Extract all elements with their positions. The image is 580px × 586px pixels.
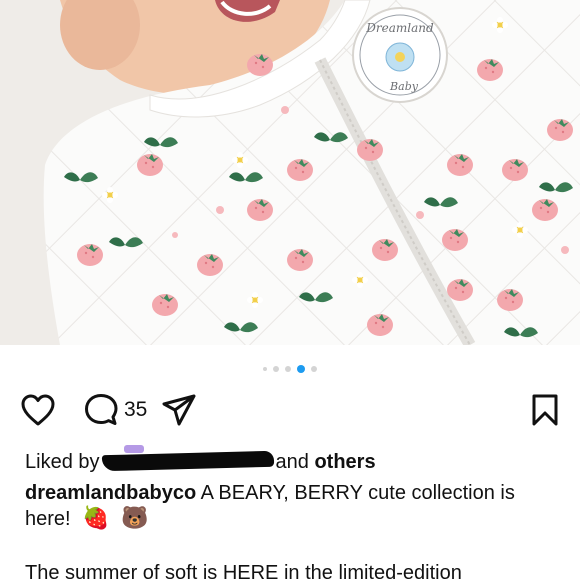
svg-text:Dreamland: Dreamland: [365, 21, 434, 35]
likes-others-link[interactable]: others: [314, 451, 375, 473]
like-button[interactable]: [20, 393, 56, 427]
comment-button[interactable]: 35: [84, 393, 147, 427]
comment-icon: [85, 394, 118, 425]
carousel-dot: [263, 367, 267, 371]
svg-text:Baby: Baby: [389, 80, 419, 93]
comment-count: 35: [124, 398, 148, 421]
carousel-dot: [285, 366, 291, 372]
likes-and-label: and: [275, 451, 309, 473]
post-image[interactable]: Dreamland Baby: [0, 0, 580, 345]
bookmark-icon: [532, 394, 558, 426]
share-button[interactable]: [161, 393, 197, 427]
likes-summary: Liked by and others: [25, 445, 565, 475]
strawberry-emoji: 🍓: [82, 506, 110, 531]
bear-emoji: 🐻: [121, 506, 149, 531]
redaction-mark: [123, 445, 144, 453]
liked-by-label: Liked by: [25, 451, 100, 473]
carousel-dot: [273, 366, 279, 372]
caption-username[interactable]: dreamlandbabyco: [25, 482, 196, 504]
post-caption: dreamlandbabyco A BEARY, BERRY cute coll…: [25, 480, 560, 532]
redacted-username[interactable]: [101, 445, 274, 472]
send-icon: [162, 394, 196, 426]
carousel-dot-active: [297, 365, 305, 373]
save-button[interactable]: [530, 393, 560, 427]
brand-badge-logo: Dreamland Baby: [352, 7, 448, 103]
carousel-dot: [311, 366, 317, 372]
heart-icon: [21, 394, 55, 426]
redaction-mark: [101, 450, 274, 472]
post-action-bar: 35: [20, 392, 560, 428]
caption-body: The summer of soft is HERE in the limite…: [25, 562, 462, 584]
carousel-indicator: [0, 362, 580, 376]
